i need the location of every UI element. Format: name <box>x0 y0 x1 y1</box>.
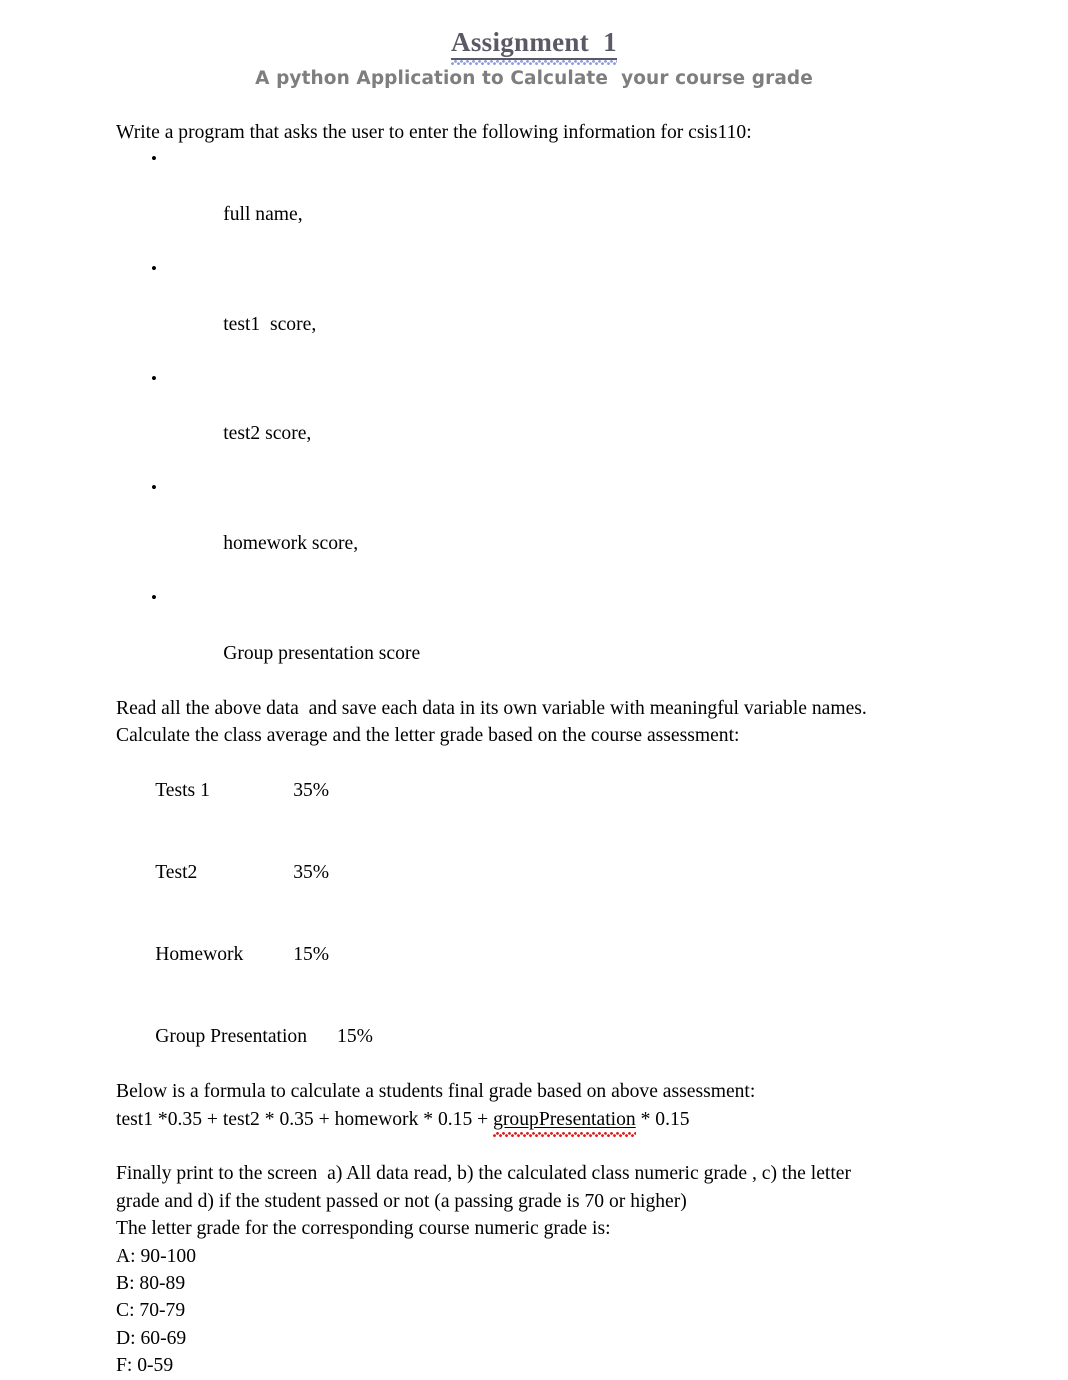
assessment-weight: 15% <box>293 944 330 966</box>
list-item: • Group presentation score <box>116 585 1016 695</box>
bullet-icon: • <box>151 368 157 388</box>
table-row: Test2 35% <box>116 832 1016 914</box>
list-item-label: full name, <box>223 204 303 226</box>
list-item: F: 0-59 <box>116 1355 174 1377</box>
assessment-name: Group Presentation <box>155 1026 308 1048</box>
page-subtitle: A python Application to Calculate your c… <box>255 68 813 90</box>
calculate-instruction: Calculate the class average and the lett… <box>116 724 740 746</box>
read-instruction: Read all the above data and save each da… <box>116 697 867 719</box>
document-body: Write a program that asks the user to en… <box>116 119 1016 1380</box>
print-instruction-line-1: Finally print to the screen a) All data … <box>116 1163 852 1185</box>
list-item: • full name, <box>116 146 1016 256</box>
formula-suffix: * 0.15 <box>635 1108 690 1130</box>
letter-grade-intro: The letter grade for the corresponding c… <box>116 1218 611 1240</box>
assessment-name: Tests 1 <box>155 779 210 801</box>
list-item: B: 80-89 <box>116 1273 186 1295</box>
assessment-weight: 15% <box>337 1026 373 1048</box>
input-items-list: • full name, • test1 score, • test2 scor… <box>116 146 1016 694</box>
assessment-weights-table: Tests 1 35% Test2 35% Homework 15% Group Pr… <box>116 749 1016 1078</box>
document-page: Assignment 1 A python Application to Cal… <box>0 0 1068 1377</box>
misspelled-word: groupPresentation <box>493 1108 636 1130</box>
list-item: • test1 score, <box>116 256 1016 366</box>
table-row: Group Presentation 15% <box>116 996 1016 1078</box>
list-item: D: 60-69 <box>116 1327 187 1349</box>
bullet-icon: • <box>151 259 157 279</box>
title-block: Assignment 1 <box>0 0 1068 66</box>
list-item-label: test2 score, <box>223 423 312 445</box>
table-row: Homework 15% <box>116 914 1016 996</box>
page-title: Assignment 1 <box>451 28 617 66</box>
assessment-name: Homework <box>155 944 244 966</box>
formula-line: test1 *0.35 + test2 * 0.35 + homework * … <box>116 1106 1016 1133</box>
bullet-icon: • <box>151 478 157 498</box>
intro-paragraph: Write a program that asks the user to en… <box>116 122 752 143</box>
letter-grade-scale: A: 90-100 B: 80-89 C: 70-79 D: 60-69 F: … <box>116 1243 1016 1380</box>
assessment-name: Test2 <box>155 861 198 883</box>
print-instruction-line-2: grade and d) if the student passed or no… <box>116 1190 687 1212</box>
list-item: • homework score, <box>116 475 1016 585</box>
formula-prefix: test1 *0.35 + test2 * 0.35 + homework * … <box>116 1108 494 1130</box>
list-item: C: 70-79 <box>116 1300 186 1322</box>
list-item: A: 90-100 <box>116 1245 197 1267</box>
assessment-weight: 35% <box>293 861 330 883</box>
table-row: Tests 1 35% <box>116 749 1016 831</box>
bullet-icon: • <box>151 587 157 607</box>
bullet-icon: • <box>151 149 157 169</box>
formula-intro: Below is a formula to calculate a studen… <box>116 1081 756 1103</box>
list-item-label: homework score, <box>223 533 359 555</box>
list-item-label: test1 score, <box>223 313 317 335</box>
assessment-weight: 35% <box>293 779 330 801</box>
list-item: • test2 score, <box>116 366 1016 476</box>
list-item-label: Group presentation score <box>223 642 421 664</box>
